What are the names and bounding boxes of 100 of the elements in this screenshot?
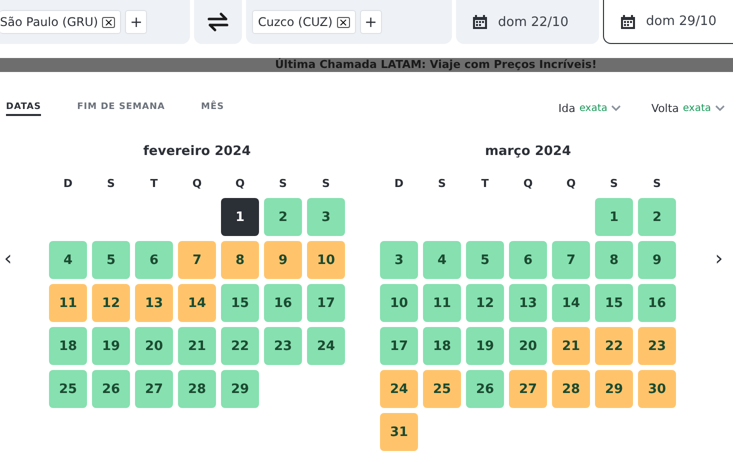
month-title: fevereiro 2024 — [143, 144, 251, 159]
day-cell[interactable]: 26 — [466, 370, 504, 408]
day-cell[interactable]: 12 — [92, 284, 130, 322]
day-cell[interactable]: 24 — [307, 327, 345, 365]
weekday-label: S — [106, 177, 116, 190]
day-cell[interactable]: 26 — [92, 370, 130, 408]
day-cell[interactable]: 25 — [49, 370, 87, 408]
day-cell[interactable]: 22 — [221, 327, 259, 365]
day-cell[interactable]: 8 — [221, 241, 259, 279]
day-cell[interactable]: 2 — [264, 198, 302, 236]
calendar-icon — [472, 14, 488, 30]
day-cell[interactable]: 2 — [638, 198, 676, 236]
weekday-label: S — [278, 177, 288, 190]
day-cell[interactable]: 23 — [264, 327, 302, 365]
day-cell[interactable]: 9 — [264, 241, 302, 279]
day-cell[interactable]: 28 — [552, 370, 590, 408]
day-cell[interactable]: 27 — [135, 370, 173, 408]
banner-text: Última Chamada LATAM: Viaje com Preços Incríveis! — [275, 58, 597, 71]
weekday-label: S — [652, 177, 662, 190]
weekday-label: S — [321, 177, 331, 190]
weekday-label: Q — [522, 177, 534, 190]
date-filter-dropdown[interactable]: Ida exata — [558, 102, 622, 114]
day-cell[interactable]: 15 — [221, 284, 259, 322]
day-cell[interactable]: 5 — [466, 241, 504, 279]
date-filter-dropdown[interactable]: Volta exata — [651, 102, 725, 114]
weekday-label: Q — [234, 177, 246, 190]
day-cell[interactable]: 9 — [638, 241, 676, 279]
day-cell[interactable]: 22 — [595, 327, 633, 365]
day-cell[interactable]: 11 — [49, 284, 87, 322]
day-cell[interactable]: 25 — [423, 370, 461, 408]
chevron-down-icon — [715, 105, 725, 111]
day-cell[interactable]: 11 — [423, 284, 461, 322]
day-cell[interactable]: 29 — [595, 370, 633, 408]
location-label: São Paulo (GRU) — [0, 15, 98, 29]
day-cell[interactable]: 27 — [509, 370, 547, 408]
weekday-label: S — [437, 177, 447, 190]
day-cell[interactable]: 24 — [380, 370, 418, 408]
day-cell[interactable]: 3 — [307, 198, 345, 236]
previous-button[interactable]: ‹ — [4, 246, 12, 270]
day-cell[interactable]: 21 — [178, 327, 216, 365]
location-chip[interactable]: Cuzco (CUZ) × — [252, 10, 356, 34]
day-cell[interactable]: 17 — [380, 327, 418, 365]
day-cell[interactable]: 13 — [135, 284, 173, 322]
date-label: dom 29/10 — [646, 14, 716, 29]
weekday-label: D — [393, 177, 405, 190]
day-cell[interactable]: 19 — [92, 327, 130, 365]
day-cell[interactable]: 13 — [509, 284, 547, 322]
day-cell[interactable]: 29 — [221, 370, 259, 408]
day-cell[interactable]: 1 — [221, 198, 259, 236]
day-cell[interactable]: 14 — [552, 284, 590, 322]
month-title: março 2024 — [484, 144, 572, 159]
day-cell[interactable]: 1 — [595, 198, 633, 236]
day-cell[interactable]: 3 — [380, 241, 418, 279]
remove-button[interactable]: × — [336, 16, 350, 28]
weekday-label: T — [480, 177, 490, 190]
weekday-label: T — [149, 177, 159, 190]
day-cell[interactable]: 15 — [595, 284, 633, 322]
day-cell[interactable]: 12 — [466, 284, 504, 322]
add-button[interactable]: + — [360, 10, 382, 34]
day-cell[interactable]: 10 — [380, 284, 418, 322]
day-cell[interactable]: 18 — [49, 327, 87, 365]
date-field[interactable]: dom 22/10 — [456, 0, 599, 44]
day-cell[interactable]: 7 — [552, 241, 590, 279]
date-label: dom 22/10 — [498, 14, 568, 30]
day-cell[interactable]: 10 — [307, 241, 345, 279]
day-cell[interactable]: 6 — [509, 241, 547, 279]
day-cell[interactable]: 23 — [638, 327, 676, 365]
date-field[interactable]: dom 29/10 — [603, 0, 733, 44]
add-button[interactable]: + — [125, 10, 148, 34]
day-cell[interactable]: 16 — [264, 284, 302, 322]
day-cell[interactable]: 4 — [423, 241, 461, 279]
day-cell[interactable]: 19 — [466, 327, 504, 365]
day-cell[interactable]: 21 — [552, 327, 590, 365]
day-cell[interactable]: 4 — [49, 241, 87, 279]
swap-icon[interactable] — [206, 12, 230, 32]
remove-button[interactable]: × — [102, 16, 116, 28]
location-label: Cuzco (CUZ) — [258, 15, 333, 29]
weekday-label: Q — [565, 177, 577, 190]
day-cell[interactable]: 5 — [92, 241, 130, 279]
tab[interactable]: FIM DE SEMANA — [77, 100, 166, 116]
day-cell[interactable]: 20 — [509, 327, 547, 365]
weekday-label: D — [62, 177, 74, 190]
location-chip[interactable]: São Paulo (GRU) × — [0, 10, 122, 34]
day-cell[interactable]: 7 — [178, 241, 216, 279]
calendar-icon — [620, 14, 636, 30]
day-cell[interactable]: 17 — [307, 284, 345, 322]
day-cell[interactable]: 30 — [638, 370, 676, 408]
day-cell[interactable]: 31 — [380, 413, 418, 451]
day-cell[interactable]: 8 — [595, 241, 633, 279]
day-cell[interactable]: 28 — [178, 370, 216, 408]
day-cell[interactable]: 18 — [423, 327, 461, 365]
next-button[interactable]: › — [715, 246, 723, 270]
tab[interactable]: MÊS — [201, 100, 224, 116]
day-cell[interactable]: 6 — [135, 241, 173, 279]
day-cell[interactable]: 14 — [178, 284, 216, 322]
day-cell[interactable]: 20 — [135, 327, 173, 365]
chevron-down-icon — [611, 105, 622, 111]
weekday-label: Q — [191, 177, 203, 190]
day-cell[interactable]: 16 — [638, 284, 676, 322]
tab[interactable]: DATAS — [6, 100, 42, 116]
